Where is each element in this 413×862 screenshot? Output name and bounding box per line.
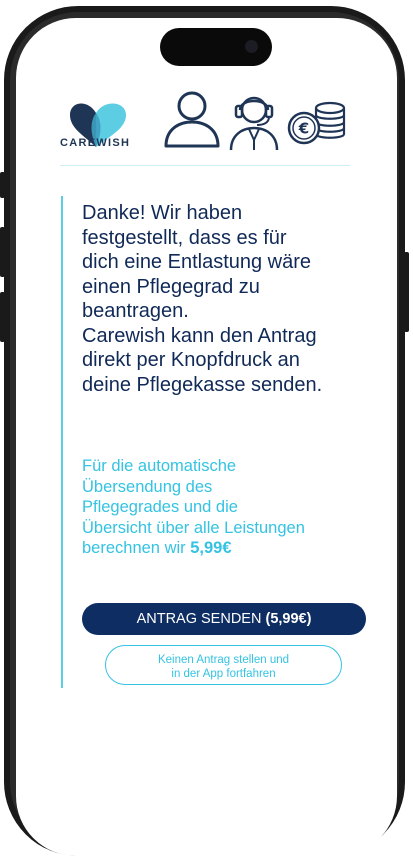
side-button-volume-up [0, 227, 5, 277]
brand-name: CAREWISH [60, 137, 131, 149]
dynamic-island [160, 28, 272, 66]
content-accent-line [61, 196, 63, 688]
send-application-button[interactable]: ANTRAG SENDEN (5,99€) [82, 603, 366, 635]
continue-without-application-button[interactable]: Keinen Antrag stellen und in der App for… [105, 645, 342, 685]
camera-icon [245, 40, 258, 53]
pricing-prefix: berechnen wir [82, 539, 191, 557]
side-button-power [404, 252, 409, 332]
pricing-info: Für die automatische Übersendung des Pfl… [82, 457, 305, 557]
header-divider [60, 165, 350, 166]
side-button-volume-down [0, 292, 5, 342]
confirmation-message: Danke! Wir haben festgestellt, dass es f… [82, 202, 323, 396]
svg-text:€: € [298, 120, 309, 138]
person-icon [164, 91, 220, 148]
side-button-mute [0, 172, 5, 198]
support-agent-icon [229, 96, 279, 151]
button-price: (5,99€) [265, 611, 312, 627]
price-value: 5,99€ [190, 539, 232, 557]
coins-euro-icon: € [287, 101, 346, 145]
